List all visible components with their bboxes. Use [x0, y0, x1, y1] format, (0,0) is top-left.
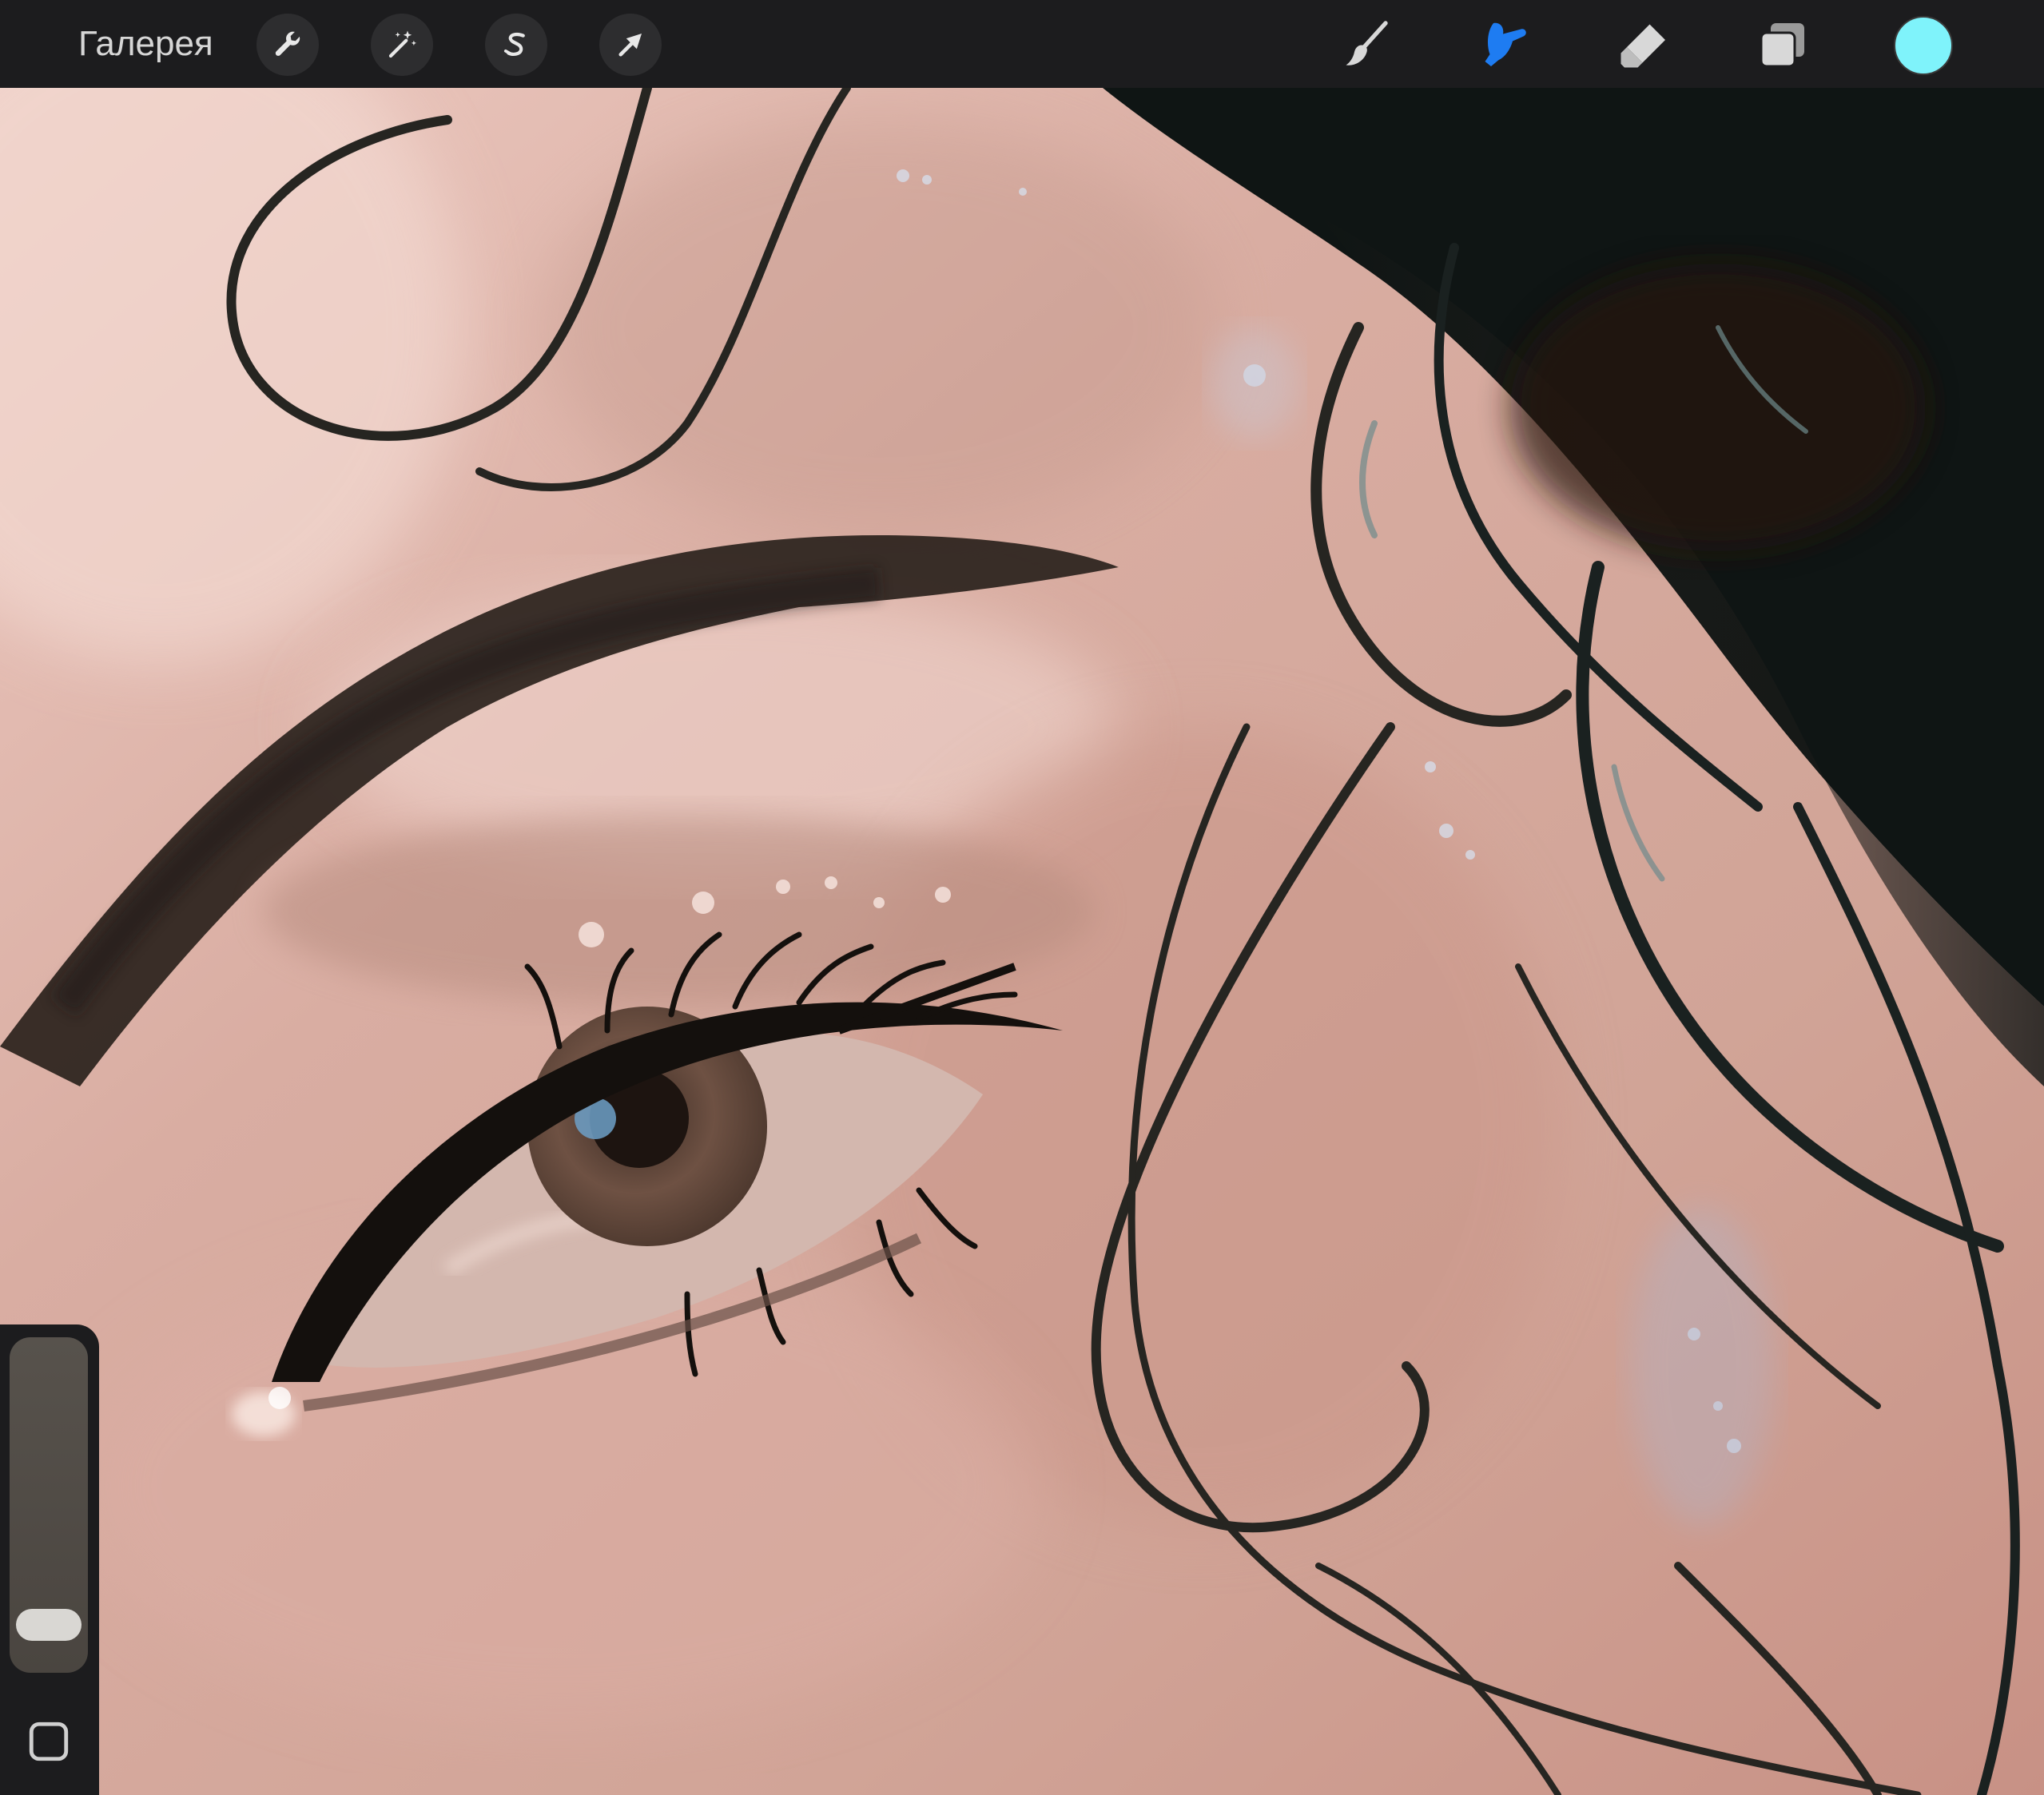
- transform-button[interactable]: [599, 14, 662, 76]
- eraser-tool-button[interactable]: [1610, 11, 1677, 78]
- actions-button[interactable]: [256, 14, 319, 76]
- arrow-cursor-icon: [618, 34, 642, 57]
- brush-size-slider-thumb[interactable]: [16, 1608, 82, 1641]
- smudge-finger-icon: [1485, 22, 1526, 66]
- brush-size-slider[interactable]: [10, 1337, 88, 1673]
- procreate-app: Галерея: [0, 0, 2044, 1795]
- wrench-icon: [275, 31, 300, 56]
- square-modify-icon: [29, 1722, 69, 1761]
- color-picker-button[interactable]: [1894, 16, 1953, 75]
- selection-s-icon: [503, 32, 525, 56]
- layers-icon: [1760, 23, 1804, 68]
- smudge-tool-button[interactable]: [1472, 11, 1539, 78]
- modify-button[interactable]: [26, 1718, 72, 1765]
- left-sidebar: [0, 1324, 99, 1795]
- eraser-icon: [1620, 24, 1665, 68]
- adjustments-button[interactable]: [371, 14, 433, 76]
- layers-button[interactable]: [1749, 11, 1816, 78]
- brush-icon: [1346, 21, 1388, 66]
- artwork-illustration: [0, 88, 2044, 1795]
- gallery-button[interactable]: Галерея: [78, 19, 213, 69]
- brush-tool-button[interactable]: [1333, 11, 1400, 78]
- magic-wand-icon: [388, 30, 417, 58]
- drawing-canvas[interactable]: [0, 88, 2044, 1795]
- top-toolbar: Галерея: [0, 0, 2044, 88]
- selection-button[interactable]: [485, 14, 547, 76]
